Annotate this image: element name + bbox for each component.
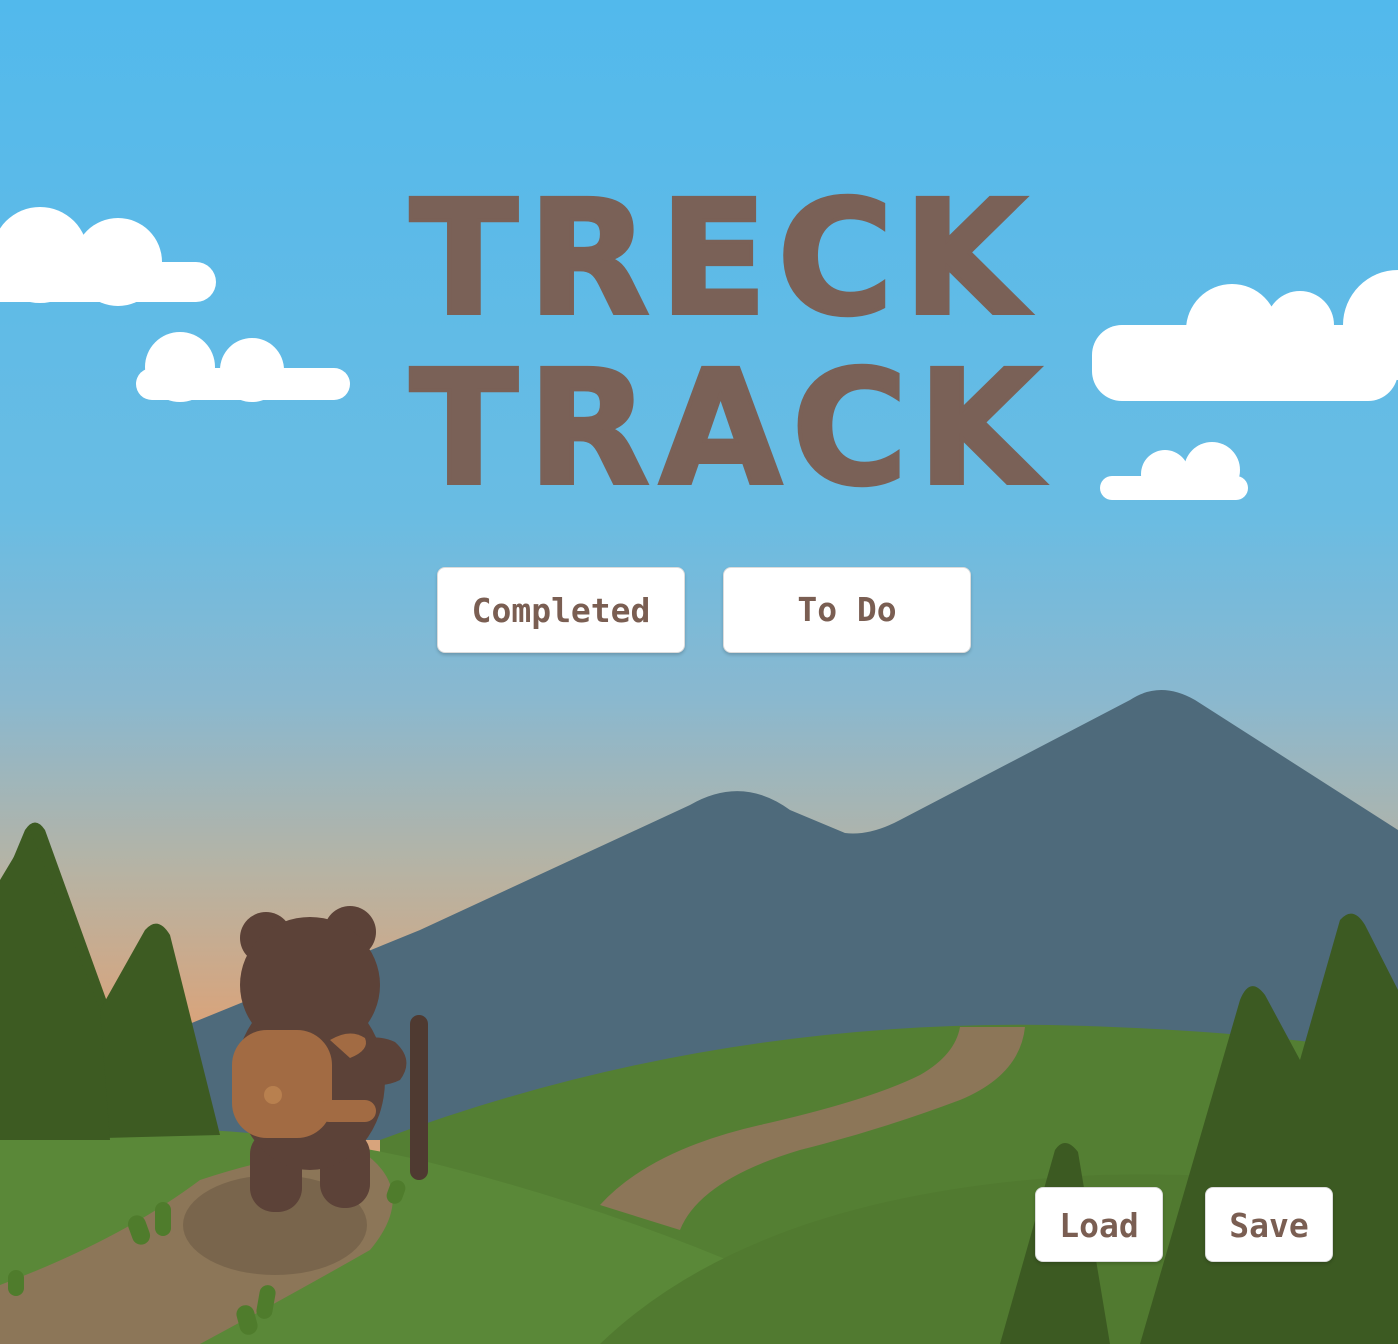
save-button[interactable]: Save	[1205, 1187, 1333, 1262]
game-title-line-1: TRECK	[408, 167, 1036, 351]
todo-button[interactable]: To Do	[723, 567, 971, 653]
completed-button[interactable]: Completed	[437, 567, 685, 653]
load-button[interactable]: Load	[1035, 1187, 1163, 1262]
game-title-line-2: TRACK	[408, 337, 1051, 521]
title-screen: TRECK TRACK Completed To Do Load Save	[0, 0, 1398, 1344]
